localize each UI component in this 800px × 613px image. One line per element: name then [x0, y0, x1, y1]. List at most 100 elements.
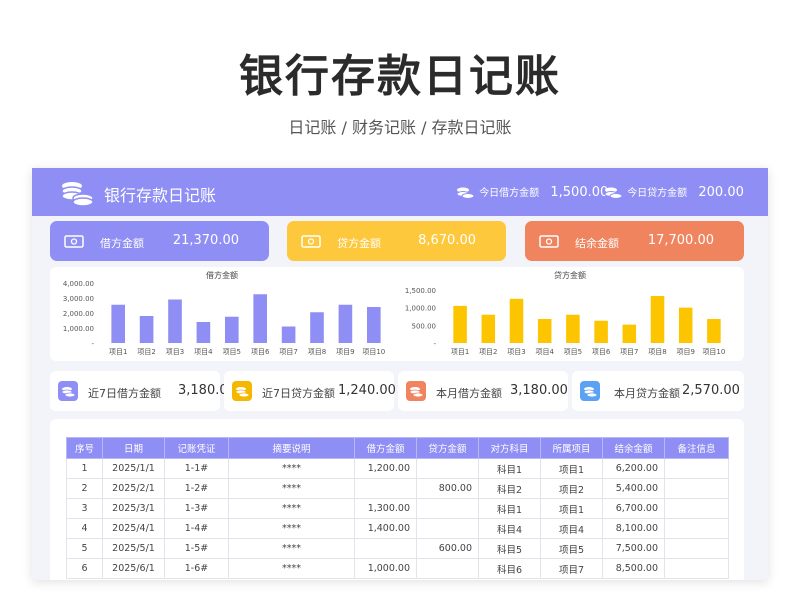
bar: [310, 312, 324, 343]
table-cell: 8,500.00: [602, 558, 665, 579]
table-cell: [664, 538, 729, 559]
table-cell: 1-6#: [164, 558, 229, 579]
table-cell: 800.00: [416, 478, 479, 499]
table-cell: 项目4: [540, 518, 603, 539]
x-tick-label: 项目7: [279, 348, 297, 356]
coins-icon: [406, 381, 426, 401]
cash-icon: [64, 235, 84, 248]
table-cell: [416, 458, 479, 479]
today-credit-value: 200.00: [698, 185, 744, 200]
table-cell: 6: [66, 558, 103, 579]
x-tick-label: 项目2: [137, 348, 155, 356]
dashboard-panel: 银行存款日记账 今日借方金额 1,500.00 今日贷方金额 200.00 借方…: [32, 168, 768, 580]
cash-icon: [301, 235, 321, 248]
stat-month-debit: 本月借方金额 3,180.00: [398, 371, 568, 411]
table-cell: [354, 478, 417, 499]
table-row[interactable]: 3 2025/3/1 1-3# **** 1,300.00 科目1 项目1 6,700.00: [66, 498, 729, 519]
x-tick-label: 项目10: [362, 348, 385, 356]
today-debit: 今日借方金额 1,500.00: [456, 184, 608, 200]
card-debit-value: 21,370.00: [172, 233, 239, 248]
x-tick-label: 项目4: [194, 348, 213, 356]
coins-icon: [580, 381, 600, 401]
table-cell: 5: [66, 538, 103, 559]
bar: [509, 298, 524, 343]
x-tick-label: 项目3: [166, 348, 184, 356]
table-cell: 1-2#: [164, 478, 229, 499]
x-tick-label: 项目5: [223, 348, 241, 356]
chart-title: 贷方金额: [554, 270, 586, 280]
y-tick-label: 500.00: [412, 322, 437, 330]
column-header: 备注信息: [664, 437, 729, 459]
table-cell: 2025/5/1: [102, 538, 165, 559]
table-cell: [664, 478, 729, 499]
bar: [168, 299, 182, 343]
table-cell: 2: [66, 478, 103, 499]
table-row[interactable]: 1 2025/1/1 1-1# **** 1,200.00 科目1 项目1 6,200.00: [66, 458, 729, 479]
card-credit-label: 贷方金额: [337, 237, 381, 250]
stat-label: 近7日贷方金额: [262, 387, 335, 400]
table-cell: 科目1: [478, 458, 541, 479]
table-cell: [354, 538, 417, 559]
bar: [196, 322, 211, 343]
table-row[interactable]: 6 2025/6/1 1-6# **** 1,000.00 科目6 项目7 8,500.00: [66, 558, 729, 579]
stat-label: 本月借方金额: [436, 387, 502, 400]
table-cell: 1,400.00: [354, 518, 417, 539]
x-tick-label: 项目3: [507, 348, 525, 356]
x-tick-label: 项目6: [592, 348, 611, 356]
bar: [338, 304, 353, 343]
page-subtitle: 日记账 / 财务记账 / 存款日记账: [288, 118, 512, 137]
table-cell: 1,300.00: [354, 498, 417, 519]
stat-value: 1,240.00: [338, 383, 396, 398]
today-debit-label: 今日借方金额: [479, 188, 540, 199]
column-header: 借方金额: [354, 437, 417, 459]
table-cell: [664, 498, 729, 519]
table-cell: 1: [66, 458, 103, 479]
table-cell: 5,400.00: [602, 478, 665, 499]
table-cell: 1-1#: [164, 458, 229, 479]
table-cell: 2025/1/1: [102, 458, 165, 479]
stat-label: 本月贷方金额: [614, 387, 680, 400]
x-tick-label: 项目8: [648, 348, 666, 356]
table-cell: 项目1: [540, 458, 603, 479]
stat-7day-credit: 近7日贷方金额 1,240.00: [224, 371, 396, 411]
table-cell: 1,000.00: [354, 558, 417, 579]
table-cell: 6,700.00: [602, 498, 665, 519]
bar-charts: 借方金额 - 1,000.00 2,000.00 3,000.00 4,000.00 项目1…: [63, 270, 726, 356]
y-tick-label: 2,000.00: [63, 310, 94, 318]
bar: [453, 305, 467, 343]
ledger-table: 序号 日期 记账凭证 摘要说明 借方金额 贷方金额 对方科目 所属项目 结余金额 备注信息 1 20…: [66, 437, 729, 579]
card-debit-label: 借方金额: [100, 237, 144, 250]
table-row[interactable]: 2 2025/2/1 1-2# **** 800.00 科目2 项目2 5,400.00: [66, 478, 729, 499]
column-header: 贷方金额: [416, 437, 479, 459]
x-tick-label: 项目9: [336, 348, 354, 356]
y-tick-label: 1,000.00: [405, 305, 436, 313]
table-cell: ****: [228, 478, 355, 499]
table-cell: 科目4: [478, 518, 541, 539]
card-balance-label: 结余金额: [575, 237, 619, 250]
table-cell: 项目1: [540, 498, 603, 519]
ledger-container: 序号 日期 记账凭证 摘要说明 借方金额 贷方金额 对方科目 所属项目 结余金额 备注信息 1 20…: [50, 419, 744, 580]
table-cell: 2025/4/1: [102, 518, 165, 539]
table-cell: 1-3#: [164, 498, 229, 519]
table-cell: 科目2: [478, 478, 541, 499]
table-row[interactable]: 4 2025/4/1 1-4# **** 1,400.00 科目4 项目4 8,100.00: [66, 518, 729, 539]
bar: [650, 296, 665, 343]
x-tick-label: 项目4: [535, 348, 554, 356]
table-cell: ****: [228, 558, 355, 579]
table-cell: [664, 518, 729, 539]
table-row[interactable]: 5 2025/5/1 1-5# **** 600.00 科目5 项目5 7,500.00: [66, 538, 729, 559]
bar: [366, 307, 381, 343]
x-tick-label: 项目9: [676, 348, 694, 356]
card-balance: 结余金额 17,700.00: [525, 221, 744, 261]
bar: [594, 320, 608, 343]
card-balance-value: 17,700.00: [647, 233, 714, 248]
bar: [566, 314, 580, 343]
page-title: 银行存款日记账: [239, 51, 561, 102]
table-cell: 4: [66, 518, 103, 539]
x-tick-label: 项目10: [702, 348, 725, 356]
x-tick-label: 项目7: [620, 348, 638, 356]
coins-icon: [456, 187, 474, 199]
table-cell: 项目7: [540, 558, 603, 579]
table-cell: [416, 518, 479, 539]
column-header: 结余金额: [602, 437, 665, 459]
